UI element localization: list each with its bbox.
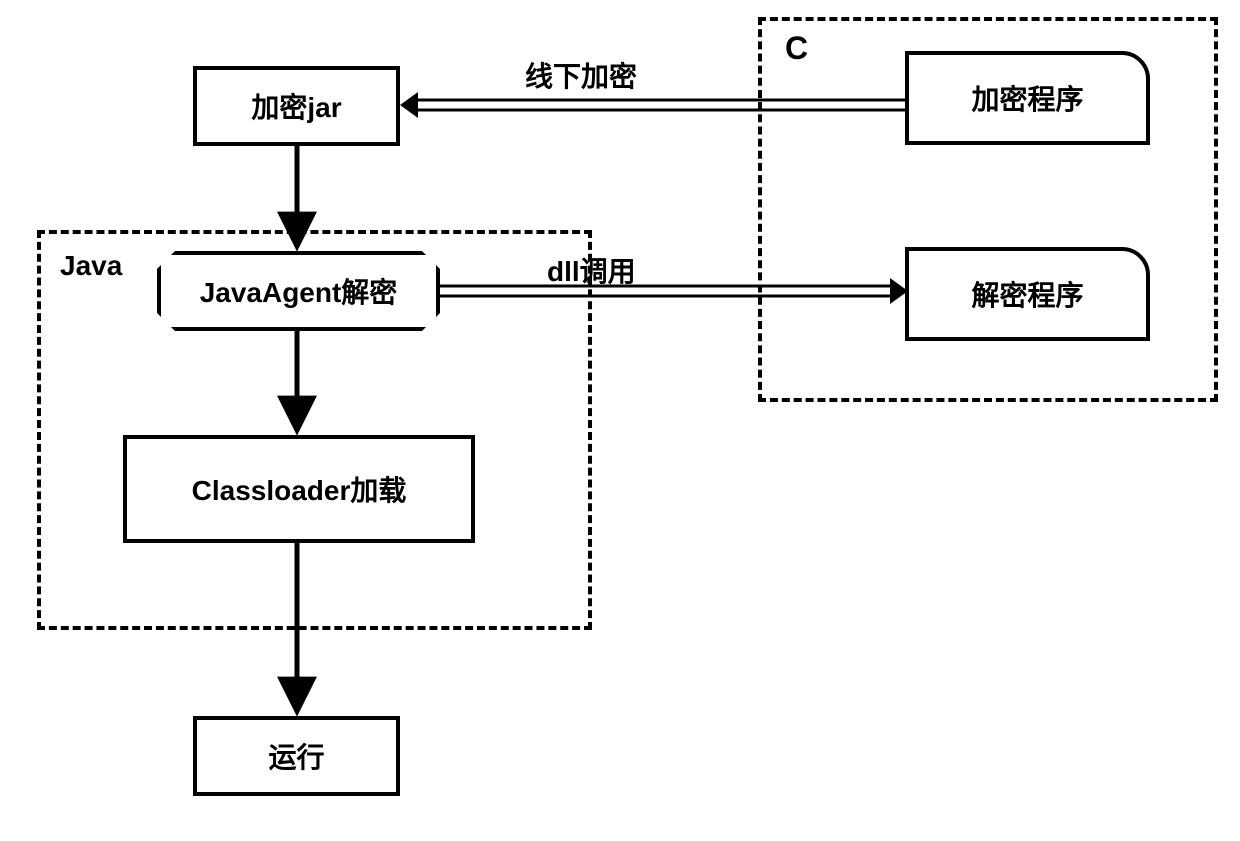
container-c-label: C bbox=[785, 30, 808, 67]
node-decrypt-program-label: 解密程序 bbox=[971, 274, 1083, 314]
node-encrypt-program-label: 加密程序 bbox=[971, 78, 1083, 118]
node-java-agent-decrypt-label: JavaAgent解密 bbox=[200, 271, 398, 311]
node-decrypt-program: 解密程序 bbox=[905, 247, 1150, 341]
edge-offline-encrypt-label: 线下加密 bbox=[525, 55, 637, 95]
node-java-agent-decrypt: JavaAgent解密 bbox=[157, 251, 440, 331]
node-classloader-load: Classloader加载 bbox=[123, 435, 475, 543]
edge-dll-call-label: dll调用 bbox=[547, 250, 636, 290]
node-classloader-load-label: Classloader加载 bbox=[192, 469, 407, 509]
node-encrypt-jar: 加密jar bbox=[193, 66, 400, 146]
node-encrypt-program: 加密程序 bbox=[905, 51, 1150, 145]
node-run: 运行 bbox=[193, 716, 400, 796]
node-run-label: 运行 bbox=[268, 736, 324, 776]
node-encrypt-jar-label: 加密jar bbox=[251, 86, 341, 126]
container-java-label: Java bbox=[60, 250, 122, 282]
